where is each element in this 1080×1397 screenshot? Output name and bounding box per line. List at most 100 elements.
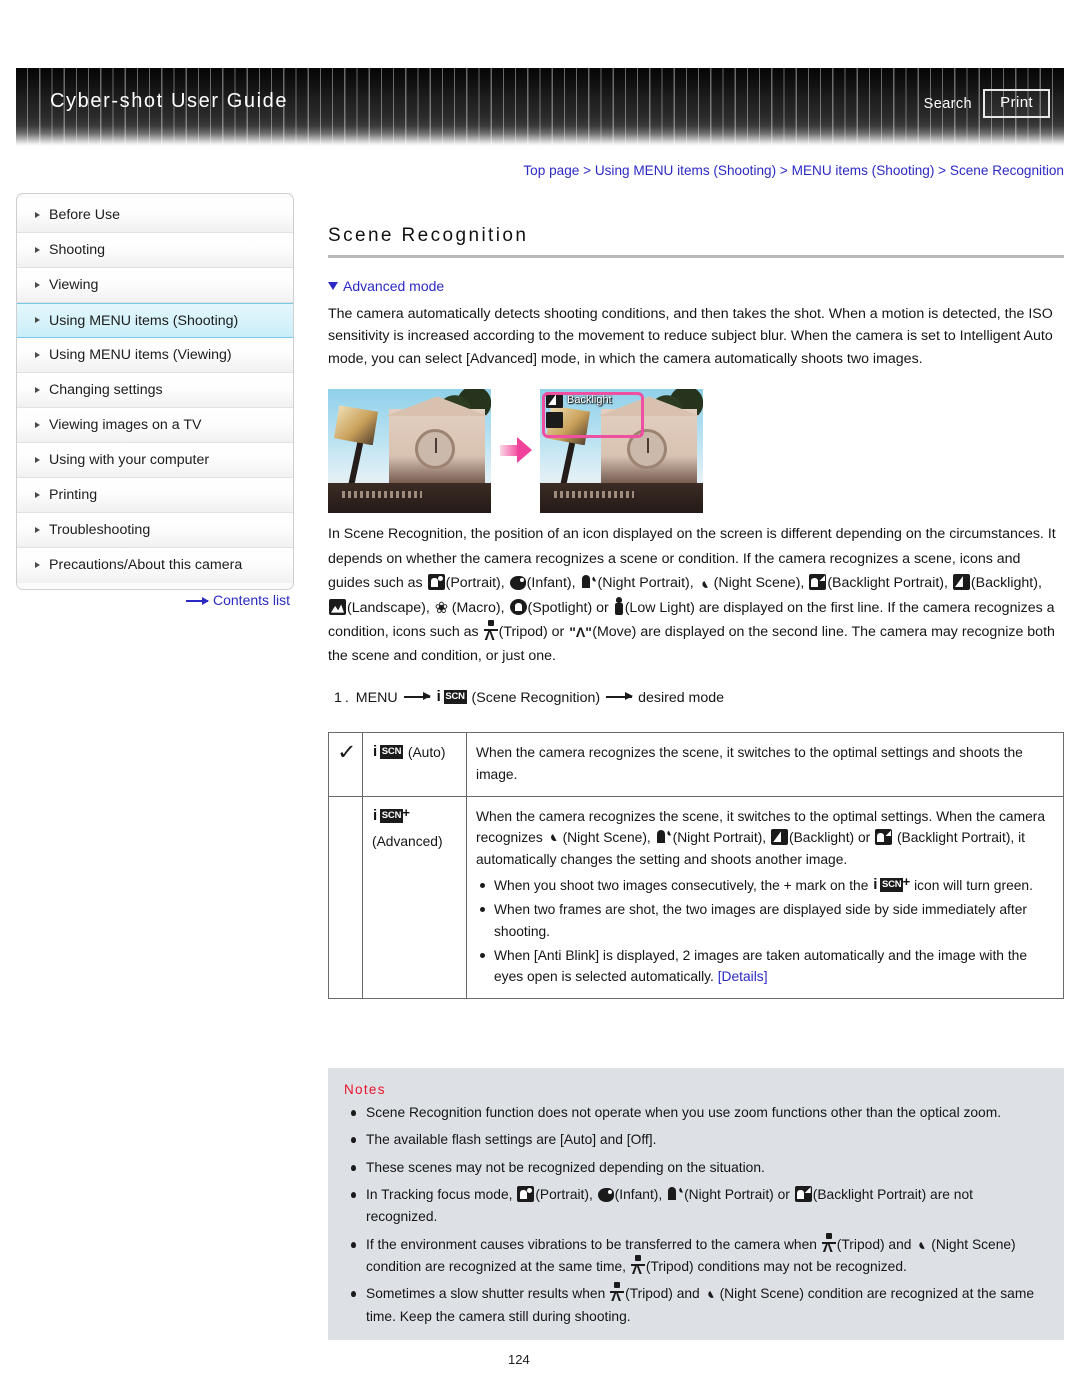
mode-cell-advanced: + (Advanced) [362, 795, 467, 999]
list-item: In Tracking focus mode, (Portrait), (Inf… [344, 1184, 1048, 1229]
breadcrumb[interactable]: Top page > Using MENU items (Shooting) >… [523, 163, 1064, 178]
sidebar-item-label: Precautions/About this camera [49, 557, 243, 573]
chevron-right-icon [35, 351, 40, 358]
label-night-open: (Night [713, 575, 752, 592]
contents-list-label: Contents list [213, 592, 291, 608]
sidebar-item-using-menu-items-shooting[interactable]: Using MENU items (Shooting) [17, 303, 293, 338]
bullet-text-a: When two frames are shot, the two images… [494, 902, 1027, 939]
chevron-right-icon [35, 317, 40, 323]
macro-icon [435, 595, 451, 623]
print-button[interactable]: Print [983, 89, 1050, 118]
bullet-text-b: icon will turn green. [914, 877, 1033, 893]
sidebar-item-shooting[interactable]: Shooting [17, 233, 293, 268]
label-backlight: (Backlight) or [788, 830, 871, 846]
sidebar-item-changing-settings[interactable]: Changing settings [17, 373, 293, 408]
chevron-right-icon [35, 491, 40, 498]
tripod-icon [610, 1282, 625, 1310]
move-icon [569, 620, 592, 644]
step-scene-recognition-label: (Scene Recognition) [471, 689, 601, 706]
advanced-mode-link[interactable]: Advanced mode [328, 278, 1064, 294]
backlight-portrait-icon [794, 1186, 812, 1203]
note-portrait: (Portrait), [535, 1187, 593, 1203]
label-macro: (Macro), [451, 599, 505, 616]
list-item: If the environment causes vibrations to … [344, 1232, 1048, 1282]
site-header-banner: Cyber-shot User Guide Search Print [16, 68, 1064, 146]
photo-after: Backlight [540, 389, 703, 514]
menu-step-line: 1. MENU (Scene Recognition) desired mode [334, 686, 1064, 710]
sidebar-item-label: Changing settings [49, 382, 163, 398]
backlight-icon [770, 829, 788, 846]
sidebar-item-viewing-images-on-a-tv[interactable]: Viewing images on a TV [17, 408, 293, 443]
osd-highlight-box [542, 392, 644, 439]
portrait-icon [427, 574, 445, 591]
sidebar-item-label: Before Use [49, 207, 120, 223]
notes-list: Scene Recognition function does not oper… [344, 1102, 1048, 1328]
notes-title: Notes [344, 1082, 386, 1097]
list-item: When two frames are shot, the two images… [476, 899, 1054, 942]
sidebar-item-label: Using MENU items (Shooting) [49, 313, 239, 329]
building-base [540, 483, 703, 514]
details-link[interactable]: [Details] [718, 969, 768, 984]
title-divider [328, 255, 1064, 258]
page-title: Scene Recognition [328, 225, 529, 246]
sidebar-item-label: Viewing [49, 277, 99, 293]
label-tripod-or: (Tripod) or [498, 624, 565, 640]
lamp-head [334, 405, 378, 446]
list-item: Sometimes a slow shutter results when (T… [344, 1282, 1048, 1328]
note-prefix: Sometimes a slow shutter results when [366, 1286, 606, 1302]
sidebar-item-using-menu-items-viewing[interactable]: Using MENU items (Viewing) [17, 338, 293, 373]
label-spotlight: (Spotlight) or [527, 599, 609, 616]
mode-cell-auto: (Auto) [362, 731, 467, 797]
list-item: The available flash settings are [Auto] … [344, 1129, 1048, 1151]
low-light-icon [614, 596, 624, 616]
sidebar-item-precautions[interactable]: Precautions/About this camera [17, 548, 293, 583]
chevron-right-icon [35, 456, 40, 463]
sidebar-item-before-use[interactable]: Before Use [17, 198, 293, 233]
description-cell-auto: When the camera recognizes the scene, it… [466, 731, 1064, 797]
tripod-icon [483, 620, 498, 649]
list-item: These scenes may not be recognized depen… [344, 1157, 1048, 1179]
label-backlight-portrait: (Backlight Portrait), [827, 575, 948, 592]
arrow-right-icon [186, 597, 209, 605]
list-item: Scene Recognition function does not oper… [344, 1102, 1048, 1124]
note-prefix: If the environment causes vibrations to … [366, 1236, 817, 1252]
building-base [328, 483, 491, 514]
chevron-right-icon [35, 386, 40, 393]
label-scene-word: Scene), [755, 575, 805, 592]
label-low-open: (Low [624, 599, 656, 616]
infant-icon [597, 1188, 614, 1203]
note-prefix: In Tracking focus mode, [366, 1187, 513, 1203]
site-title: Cyber-shot User Guide [50, 90, 289, 112]
sidebar-item-printing[interactable]: Printing [17, 478, 293, 513]
sidebar-item-label: Troubleshooting [49, 522, 151, 538]
list-item: When you shoot two images consecutively,… [476, 874, 1054, 896]
list-item: When [Anti Blink] is displayed, 2 images… [476, 945, 1054, 988]
sidebar-item-label: Printing [49, 487, 98, 503]
mode-label: (Auto) [407, 744, 446, 760]
note-tripod-2: (Tripod) conditions may not be recognize… [645, 1259, 907, 1275]
iscn-plus-icon: + [873, 874, 910, 894]
sidebar-item-label: Shooting [49, 242, 106, 258]
chevron-right-icon [35, 421, 40, 428]
backlight-portrait-icon [809, 574, 827, 591]
sidebar-item-label: Viewing images on a TV [49, 417, 202, 433]
chevron-right-icon [35, 281, 40, 288]
photo-before [328, 389, 491, 514]
search-button[interactable]: Search [924, 96, 972, 112]
table-row: + (Advanced) When the camera recognizes … [328, 795, 1064, 999]
sidebar-item-using-with-your-computer[interactable]: Using with your computer [17, 443, 293, 478]
main-content: Scene Recognition Advanced mode The came… [328, 193, 1064, 999]
contents-list-link[interactable]: Contents list [186, 592, 290, 608]
scene-icons-paragraph: In Scene Recognition, the position of an… [328, 522, 1064, 669]
note-night-portrait: (Night Portrait) or [684, 1187, 790, 1203]
sidebar-item-troubleshooting[interactable]: Troubleshooting [17, 513, 293, 548]
default-check-cell [328, 795, 363, 999]
sidebar-item-viewing[interactable]: Viewing [17, 268, 293, 303]
scene-recognition-illustration: Backlight [328, 389, 703, 514]
sidebar-nav: Before Use Shooting Viewing Using MENU i… [16, 193, 294, 590]
note-tripod: (Tripod) and [625, 1286, 700, 1302]
arrow-right-icon [403, 692, 431, 701]
sidebar-item-label: Using with your computer [49, 452, 210, 468]
tripod-icon [821, 1232, 836, 1260]
label-night-scene: (Night Scene), [562, 830, 651, 846]
